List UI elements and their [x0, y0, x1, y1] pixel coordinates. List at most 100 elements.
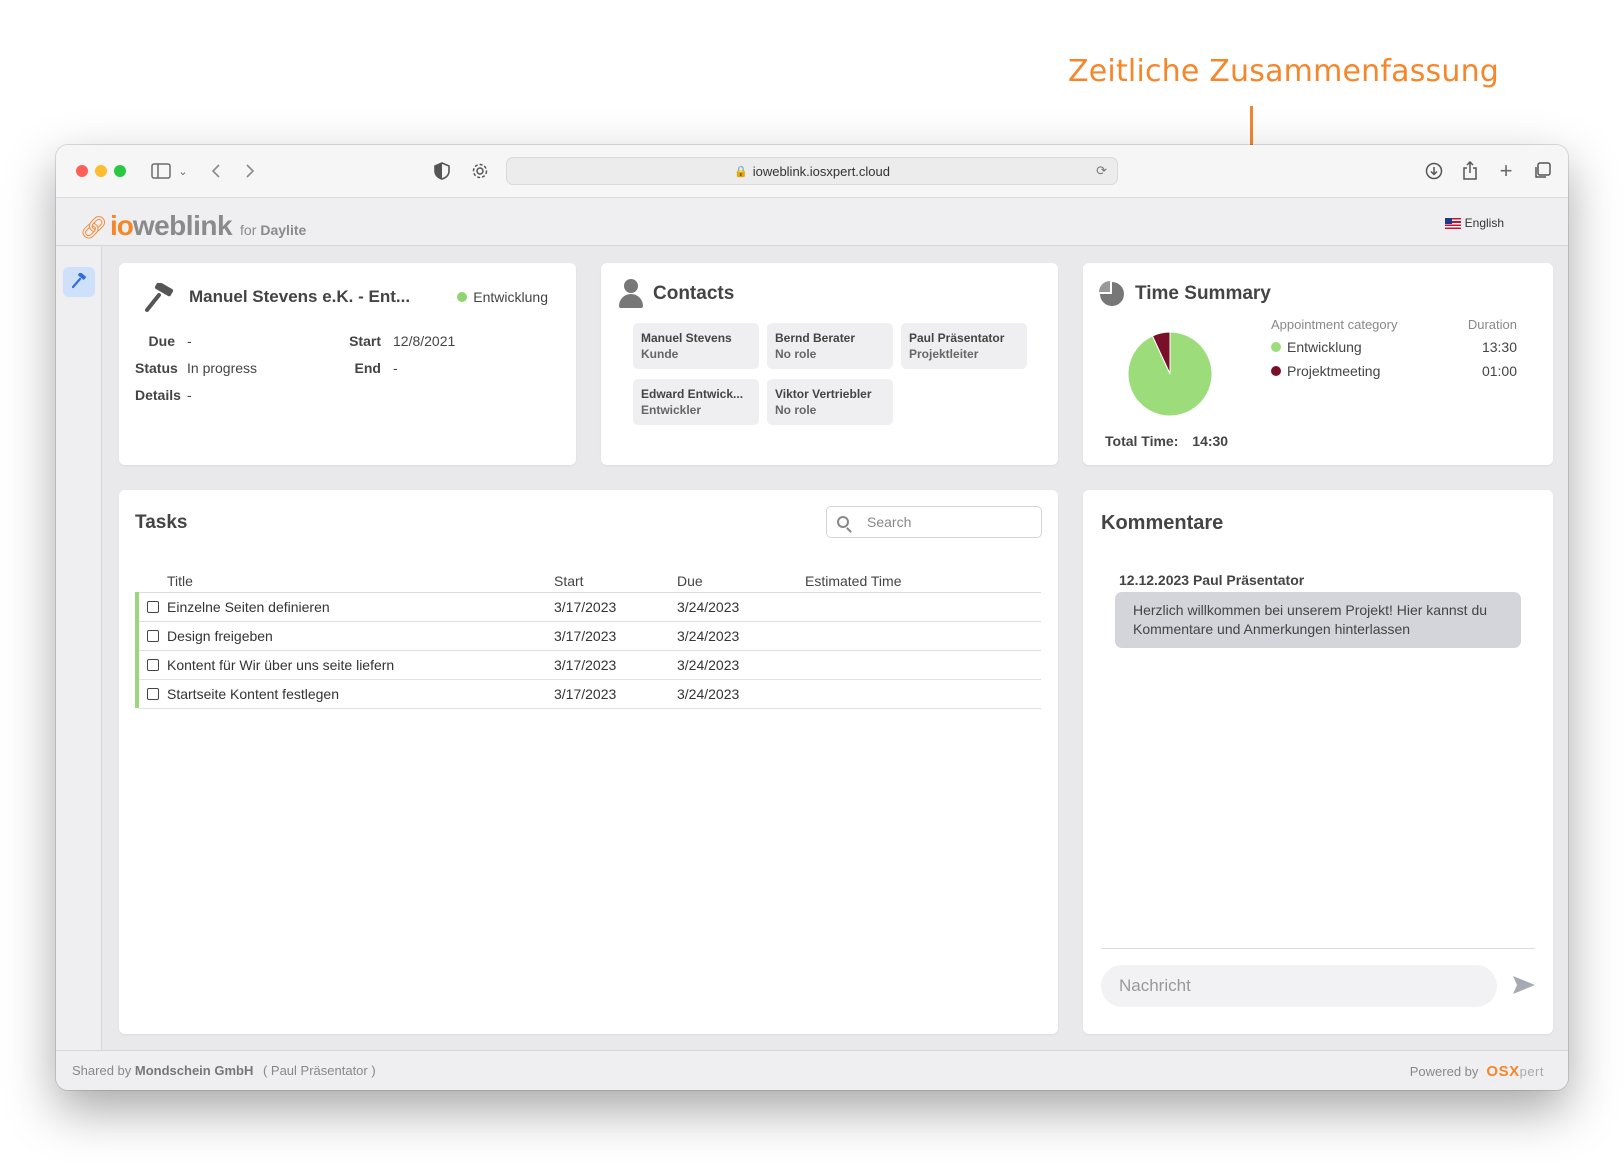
sidebar-toggle-icon[interactable] — [150, 159, 172, 183]
column-header-start[interactable]: Start — [554, 570, 677, 593]
details-value: - — [187, 387, 192, 403]
pie-slice-entwicklung — [1127, 331, 1213, 417]
logo-weblink: weblink — [132, 210, 233, 241]
search-icon — [837, 516, 849, 528]
time-pie-chart — [1125, 329, 1215, 419]
contact-name: Paul Präsentator — [909, 331, 1005, 345]
column-header-estimated-time[interactable]: Estimated Time — [805, 570, 1041, 593]
table-row[interactable]: Design freigeben 3/17/2023 3/24/2023 — [135, 621, 1041, 651]
column-header-due[interactable]: Due — [677, 570, 805, 593]
logo-for: for — [240, 222, 257, 238]
gear-icon[interactable] — [470, 159, 490, 183]
time-row-category: Entwicklung — [1287, 339, 1362, 355]
osxpert-logo-rest: pert — [1519, 1064, 1544, 1079]
logo-daylite: Daylite — [260, 222, 307, 238]
table-row[interactable]: Startseite Kontent festlegen 3/17/2023 3… — [135, 679, 1041, 709]
share-icon[interactable] — [1460, 159, 1480, 183]
task-title: Kontent für Wir über uns seite liefern — [167, 656, 395, 673]
end-label: End — [354, 360, 381, 376]
category-column-header: Appointment category — [1271, 317, 1398, 332]
address-bar[interactable]: 🔒 ioweblink.iosxpert.cloud ⟳ — [506, 157, 1118, 185]
contact-card[interactable]: Edward Entwick... Entwickler — [633, 379, 759, 425]
shared-by-user: ( Paul Präsentator ) — [262, 1063, 376, 1078]
time-row-duration: 13:30 — [1481, 339, 1517, 355]
contact-name: Bernd Berater — [775, 331, 856, 345]
forward-icon[interactable] — [242, 159, 258, 183]
lock-icon: 🔒 — [734, 165, 748, 178]
category-dot — [457, 292, 468, 302]
due-value: - — [187, 333, 192, 349]
hammer-icon — [71, 271, 87, 292]
app-footer: Shared by Mondschein GmbH ( Paul Präsent… — [56, 1050, 1568, 1090]
table-row[interactable]: Kontent für Wir über uns seite liefern 3… — [135, 650, 1041, 680]
shared-by-company: Mondschein GmbH — [134, 1063, 254, 1078]
task-due: 3/24/2023 — [677, 650, 805, 680]
language-label: English — [1464, 216, 1504, 230]
reload-icon[interactable]: ⟳ — [1096, 163, 1107, 179]
status-label: Status — [135, 360, 178, 376]
tasks-card: Tasks Search Title Start Due Estimated T… — [119, 490, 1058, 1034]
zoom-window-button[interactable] — [114, 165, 126, 177]
tab-overview-icon[interactable] — [1532, 159, 1552, 183]
comment-meta: 12.12.2023 Paul Präsentator — [1119, 572, 1305, 588]
tasks-title: Tasks — [135, 512, 188, 533]
task-title: Startseite Kontent festlegen — [167, 685, 339, 702]
column-header-title[interactable]: Title — [139, 570, 554, 593]
contact-name: Viktor Vertriebler — [775, 387, 872, 401]
project-title: Manuel Stevens e.K. - Ent... — [189, 287, 411, 306]
sidebar — [56, 247, 102, 1050]
due-label: Due — [148, 333, 175, 349]
privacy-shield-icon[interactable] — [432, 159, 452, 183]
time-row-duration: 01:00 — [1481, 363, 1517, 379]
hammer-icon — [143, 281, 177, 320]
task-estimated — [805, 621, 1041, 651]
contact-name: Edward Entwick... — [641, 387, 744, 401]
task-checkbox[interactable] — [147, 658, 159, 671]
task-checkbox[interactable] — [147, 687, 159, 700]
contact-role: Kunde — [641, 347, 679, 361]
new-tab-icon[interactable]: + — [1496, 158, 1516, 183]
logo-io: io — [109, 210, 134, 241]
contact-role: Entwickler — [641, 403, 702, 417]
contact-card[interactable]: Manuel Stevens Kunde — [633, 323, 759, 369]
category-label: Entwicklung — [473, 289, 548, 305]
task-start: 3/17/2023 — [554, 592, 677, 622]
total-time: Total Time: 14:30 — [1105, 433, 1228, 449]
time-row: Entwicklung — [1271, 339, 1362, 355]
ioweblink-logo[interactable]: 🔗︎ io weblink for Daylite — [80, 210, 306, 242]
sidebar-item-project[interactable] — [63, 267, 95, 297]
time-row: Projektmeeting — [1271, 363, 1380, 379]
task-title: Design freigeben — [167, 627, 273, 644]
table-row[interactable]: Einzelne Seiten definieren 3/17/2023 3/2… — [135, 592, 1041, 622]
chevron-down-icon[interactable]: ⌄ — [176, 159, 190, 183]
task-estimated — [805, 592, 1041, 622]
task-start: 3/17/2023 — [554, 621, 677, 651]
contact-role: No role — [775, 347, 817, 361]
minimize-window-button[interactable] — [95, 165, 107, 177]
contact-card[interactable]: Bernd Berater No role — [767, 323, 893, 369]
category-dot — [1271, 366, 1281, 376]
language-selector[interactable]: English — [1444, 216, 1504, 230]
comments-divider — [1101, 948, 1535, 949]
task-due: 3/24/2023 — [677, 679, 805, 709]
contact-card[interactable]: Viktor Vertriebler No role — [767, 379, 893, 425]
task-start: 3/17/2023 — [554, 650, 677, 680]
task-estimated — [805, 679, 1041, 709]
download-icon[interactable] — [1424, 159, 1444, 183]
contact-card[interactable]: Paul Präsentator Projektleiter — [901, 323, 1027, 369]
end-value: - — [393, 360, 398, 376]
close-window-button[interactable] — [76, 165, 88, 177]
osxpert-logo[interactable]: OSXpert — [1486, 1063, 1544, 1080]
category-dot — [1271, 342, 1281, 352]
back-icon[interactable] — [208, 159, 224, 183]
url-text: ioweblink.iosxpert.cloud — [752, 163, 890, 179]
pie-chart-icon — [1099, 281, 1125, 307]
task-checkbox[interactable] — [147, 629, 159, 642]
task-search[interactable]: Search — [826, 506, 1042, 538]
comments-title: Kommentare — [1101, 512, 1224, 534]
message-input[interactable] — [1101, 965, 1497, 1007]
total-time-label: Total Time: — [1105, 433, 1179, 449]
duration-column-header: Duration — [1467, 317, 1517, 332]
task-checkbox[interactable] — [147, 600, 159, 613]
send-icon[interactable] — [1511, 972, 1537, 998]
